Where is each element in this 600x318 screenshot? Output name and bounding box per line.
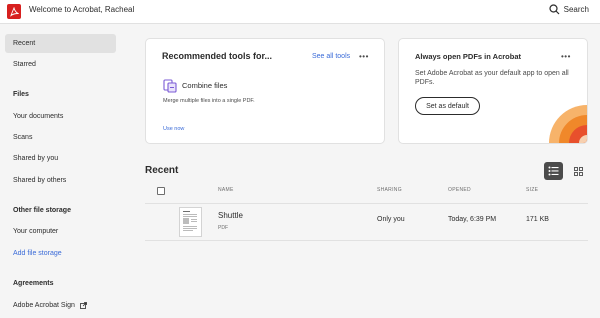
column-header-size[interactable]: SIZE — [526, 187, 538, 193]
recommended-tools-title: Recommended tools for... — [162, 51, 273, 61]
combine-files-icon — [163, 79, 177, 93]
default-app-description: Set Adobe Acrobat as your default app to… — [415, 70, 569, 86]
sidebar: Recent Starred Files Your documents Scan… — [0, 24, 124, 318]
grid-view-button[interactable] — [571, 163, 585, 179]
recent-section-title: Recent — [145, 165, 179, 176]
select-all-checkbox[interactable] — [157, 187, 165, 195]
sidebar-item-shared-by-you[interactable]: Shared by you — [5, 149, 116, 168]
see-all-tools-link[interactable]: See all tools — [312, 53, 350, 60]
sidebar-heading-other-storage: Other file storage — [13, 207, 71, 214]
default-app-title: Always open PDFs in Acrobat — [415, 52, 521, 61]
search-button[interactable]: Search — [549, 4, 589, 15]
more-options-icon[interactable]: ••• — [359, 52, 369, 61]
file-type: PDF — [218, 225, 228, 231]
search-label: Search — [563, 5, 589, 14]
list-view-icon — [548, 166, 559, 176]
file-opened: Today, 6:39 PM — [448, 216, 497, 223]
sidebar-item-shared-by-others[interactable]: Shared by others — [5, 171, 116, 190]
sidebar-item-scans[interactable]: Scans — [5, 128, 116, 147]
grid-view-icon — [573, 166, 583, 176]
file-sharing: Only you — [377, 216, 405, 223]
sidebar-item-your-computer[interactable]: Your computer — [5, 222, 116, 241]
table-divider — [145, 203, 588, 204]
external-link-icon — [79, 301, 87, 309]
file-name[interactable]: Shuttle — [218, 211, 243, 220]
default-app-card: Always open PDFs in Acrobat ••• Set Adob… — [398, 38, 588, 144]
file-size: 171 KB — [526, 216, 549, 223]
sidebar-heading-files: Files — [13, 91, 29, 98]
sidebar-item-add-file-storage[interactable]: Add file storage — [5, 244, 116, 263]
combine-files-title[interactable]: Combine files — [182, 81, 227, 90]
sidebar-heading-agreements: Agreements — [13, 280, 54, 287]
acrobat-logo-icon[interactable] — [7, 4, 21, 19]
decorative-arcs-illustration — [549, 105, 587, 143]
column-header-name[interactable]: NAME — [218, 187, 234, 193]
set-as-default-button[interactable]: Set as default — [415, 97, 480, 115]
sidebar-item-label: Adobe Acrobat Sign — [13, 302, 75, 309]
search-icon — [549, 4, 560, 15]
sidebar-item-your-documents[interactable]: Your documents — [5, 107, 116, 126]
top-bar: Welcome to Acrobat, Racheal Search — [0, 0, 600, 24]
welcome-title: Welcome to Acrobat, Racheal — [29, 5, 135, 14]
file-thumbnail — [179, 207, 202, 237]
list-view-button[interactable] — [544, 162, 563, 180]
column-header-sharing[interactable]: SHARING — [377, 187, 402, 193]
sidebar-item-acrobat-sign[interactable]: Adobe Acrobat Sign — [5, 296, 116, 315]
more-options-icon[interactable]: ••• — [561, 52, 571, 61]
column-header-opened[interactable]: OPENED — [448, 187, 471, 193]
table-divider — [145, 240, 588, 241]
recommended-tools-card: Recommended tools for... See all tools •… — [145, 38, 385, 144]
use-now-link[interactable]: Use now — [163, 126, 184, 132]
combine-files-description: Merge multiple files into a single PDF. — [163, 98, 255, 104]
sidebar-item-recent[interactable]: Recent — [5, 34, 116, 53]
sidebar-item-starred[interactable]: Starred — [5, 55, 116, 74]
